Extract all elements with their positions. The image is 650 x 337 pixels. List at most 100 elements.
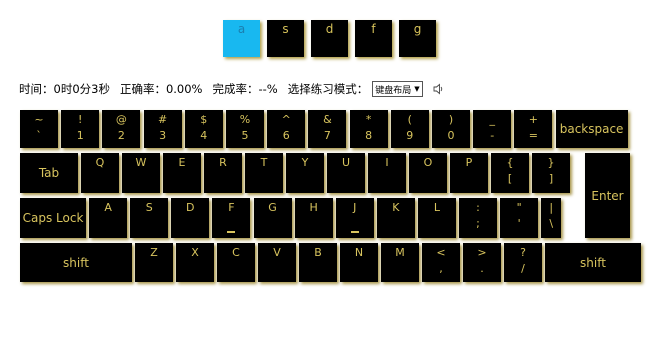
key-shift-char: V	[273, 246, 281, 259]
key-shift-char: <	[436, 246, 446, 259]
key-shift-char: T	[260, 156, 268, 169]
key-~[interactable]: ~ `	[20, 110, 58, 148]
key-base-char: 4	[200, 129, 208, 142]
key-base-char: ;	[476, 217, 480, 230]
key-?[interactable]: ? /	[504, 243, 542, 282]
key-shift-char: J	[353, 201, 357, 214]
key-z[interactable]: Z	[135, 243, 173, 282]
key-shift[interactable]: shift	[545, 243, 641, 282]
key-([interactable]: (9	[390, 110, 429, 148]
key-n[interactable]: N	[340, 243, 378, 282]
key-shift-char: Z	[150, 246, 158, 259]
key-shift-char: "	[516, 201, 522, 214]
key-h[interactable]: H	[294, 198, 333, 238]
key-y[interactable]: Y	[286, 153, 324, 193]
key-d[interactable]: D	[171, 198, 210, 238]
key-shift-char: B	[314, 246, 322, 259]
key-label: shift	[63, 255, 89, 270]
key-g[interactable]: G	[253, 198, 292, 238]
key-shift-char: }	[547, 156, 555, 169]
key-base-char: 5	[241, 129, 249, 142]
mode-select-value: 键盘布局	[375, 85, 412, 96]
time-label: 时间：	[19, 82, 54, 96]
key-*[interactable]: * 8	[349, 110, 388, 148]
key-}[interactable]: }]	[532, 153, 570, 193]
key-j[interactable]: J	[335, 198, 374, 238]
key-shift-char: D	[186, 201, 195, 214]
key-shift-char: _	[489, 113, 495, 126]
key-c[interactable]: C	[217, 243, 255, 282]
key-x[interactable]: X	[176, 243, 214, 282]
key-|[interactable]: | \	[541, 198, 562, 238]
key-base-char: -	[490, 129, 495, 142]
key-s[interactable]: S	[130, 198, 169, 238]
key-shift-char: M	[395, 246, 405, 259]
key-a[interactable]: A	[89, 198, 128, 238]
key-+[interactable]: + =	[514, 110, 553, 148]
key-shift-char: #	[157, 113, 168, 126]
speaker-icon[interactable]	[433, 83, 445, 95]
key-shift-char: %	[239, 113, 251, 126]
key-p[interactable]: P	[450, 153, 488, 193]
key-@[interactable]: @2	[102, 110, 141, 148]
key-e[interactable]: E	[163, 153, 201, 193]
key-q[interactable]: Q	[81, 153, 119, 193]
key-f[interactable]: F	[212, 198, 251, 238]
key-v[interactable]: V	[258, 243, 296, 282]
mode-select[interactable]: 键盘布局 ▼	[372, 81, 423, 97]
key-m[interactable]: M	[381, 243, 419, 282]
key-tab[interactable]: Tab	[20, 153, 78, 193]
key-$[interactable]: $4	[184, 110, 223, 148]
key-l[interactable]: L	[417, 198, 456, 238]
key-shift-char: @	[115, 113, 127, 126]
key-b[interactable]: B	[299, 243, 337, 282]
key-backspace[interactable]: backspace	[555, 110, 628, 148]
key-_[interactable]: _ -	[473, 110, 512, 148]
key-shift-char: C	[232, 246, 240, 259]
key-base-char: 1	[76, 129, 84, 142]
key-)[interactable]: ) 0	[432, 110, 470, 148]
key-shift-char: L	[433, 201, 440, 214]
key-r[interactable]: R	[204, 153, 242, 193]
key-enter[interactable]: Enter	[585, 153, 630, 238]
key-shift-char: P	[465, 156, 473, 169]
key-caps-lock[interactable]: Caps Lock	[20, 198, 86, 238]
key-%[interactable]: % 5	[226, 110, 264, 148]
key-base-char: ]	[548, 172, 554, 185]
key-shift-char: $	[200, 113, 208, 126]
key-shift-char: S	[145, 201, 153, 214]
key-k[interactable]: K	[376, 198, 415, 238]
key-t[interactable]: T	[245, 153, 283, 193]
key-o[interactable]: O	[409, 153, 447, 193]
key-shift-char: ?	[520, 246, 526, 259]
key-shift-char: X	[191, 246, 199, 259]
key-u[interactable]: U	[327, 153, 365, 193]
key-{[interactable]: {[	[491, 153, 529, 193]
key-<[interactable]: <,	[422, 243, 460, 282]
key-^[interactable]: ^ 6	[267, 110, 306, 148]
key-shift-char: K	[392, 201, 400, 214]
key-shift-char: W	[135, 156, 147, 169]
key->[interactable]: >.	[463, 243, 501, 282]
key-shift-char: I	[385, 156, 389, 169]
key-#[interactable]: #3	[143, 110, 182, 148]
key-&[interactable]: & 7	[308, 110, 347, 148]
key-i[interactable]: I	[368, 153, 406, 193]
key-base-char: 7	[323, 129, 331, 142]
target-key: f	[355, 20, 392, 57]
key-base-char: 0	[447, 129, 455, 142]
key-shift-char: A	[104, 201, 112, 214]
key-shift-char: |	[549, 201, 554, 214]
key-"[interactable]: " '	[500, 198, 539, 238]
key-shift-char: ~	[34, 113, 44, 126]
key-shift-char: F	[228, 201, 235, 214]
key-shift-char: R	[219, 156, 227, 169]
key-base-char: .	[480, 262, 484, 275]
key-![interactable]: ! 1	[61, 110, 100, 148]
key-shift[interactable]: shift	[20, 243, 132, 282]
key-base-char: 8	[365, 129, 373, 142]
key-w[interactable]: W	[122, 153, 160, 193]
key-base-char: [	[507, 172, 513, 185]
key-:[interactable]: :;	[459, 198, 497, 238]
mode-label: 选择练习模式：	[287, 82, 369, 96]
